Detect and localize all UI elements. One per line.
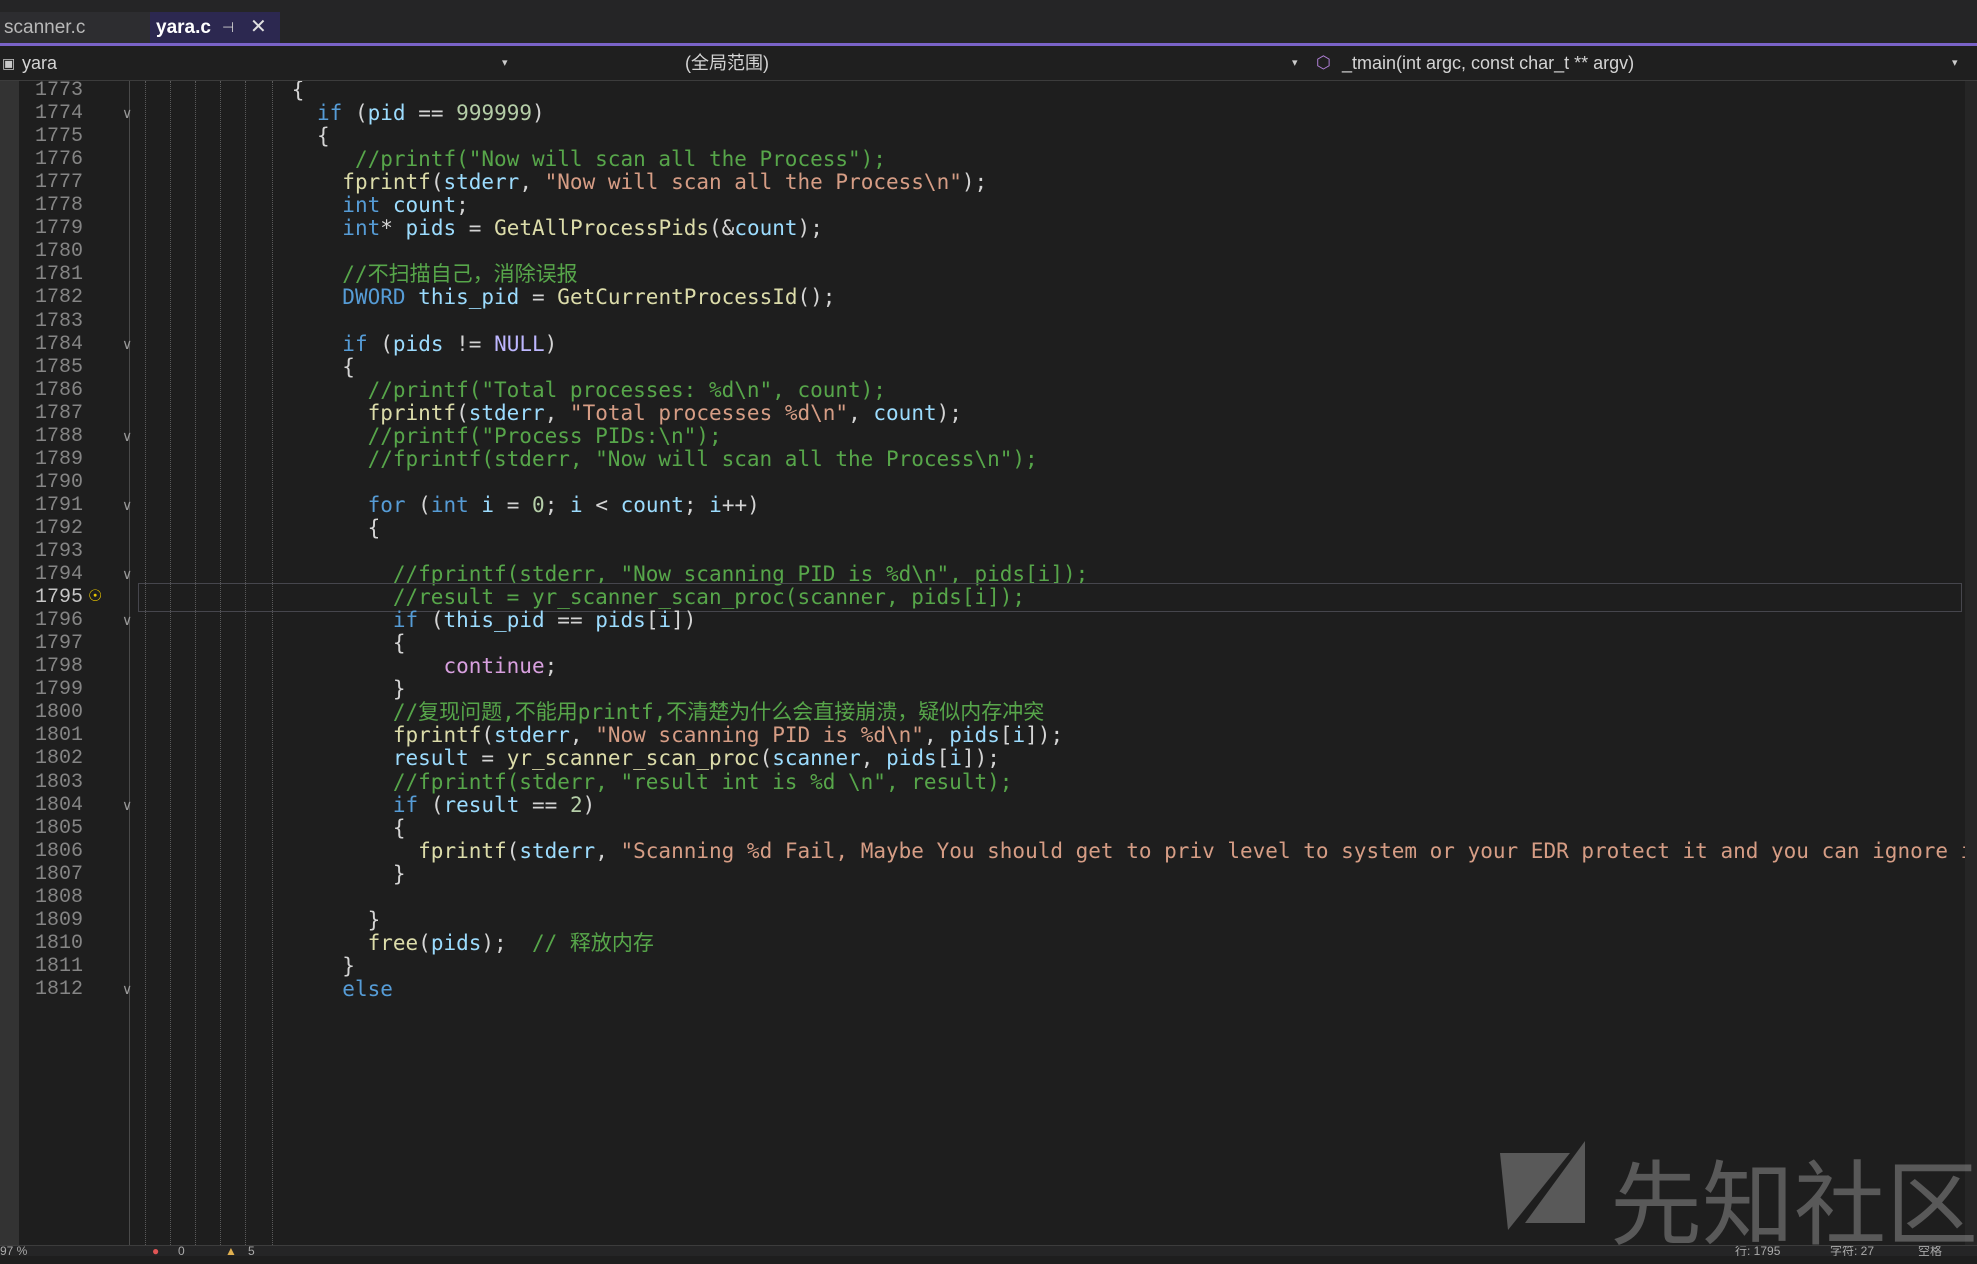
document-tab-bar: scanner.c yara.c ⊣ ✕ [0,0,1977,46]
chevron-down-icon: ▾ [502,57,508,69]
code-line[interactable]: 1812 ∨ else [0,975,1965,1004]
fold-toggle-icon[interactable]: ∨ [122,105,132,121]
fold-toggle-icon[interactable]: ∨ [122,981,132,997]
vertical-scrollbar[interactable] [1965,81,1977,1245]
scope-name: (全局范围) [685,53,769,73]
chevron-down-icon: ▾ [1292,57,1298,69]
chevron-down-icon: ▾ [1952,57,1958,69]
project-name: yara [22,53,58,73]
lightbulb-icon[interactable]: ☉ [88,586,102,606]
fold-toggle-icon[interactable]: ∨ [122,497,132,513]
line-number: 1812 [34,977,83,1001]
fold-toggle-icon[interactable]: ∨ [122,566,132,582]
fold-toggle-icon[interactable]: ∨ [122,612,132,628]
tab-label: yara.c [156,17,211,38]
tab-yara-c[interactable]: yara.c ⊣ ✕ [150,12,280,43]
code-text: else [342,976,393,1001]
cube-icon: ⬡ [1316,53,1331,72]
project-dropdown[interactable]: ▣ yara ▾ [0,46,650,80]
close-icon[interactable]: ✕ [250,12,267,43]
function-dropdown[interactable]: ⬡ _tmain(int argc, const char_t ** argv)… [1312,46,1977,80]
project-icon: ▣ [2,55,16,71]
code-editor[interactable]: 1773 {1774 ∨ if (pid == 999999) 1775 {1776… [0,81,1965,1245]
function-name: _tmain(int argc, const char_t ** argv) [1342,53,1635,73]
fold-toggle-icon[interactable]: ∨ [122,797,132,813]
fold-toggle-icon[interactable]: ∨ [122,428,132,444]
navigation-bar: ▣ yara ▾ (全局范围) ▾ ⬡ _tmain(int argc, con… [0,46,1977,81]
pin-icon[interactable]: ⊣ [222,12,234,43]
fold-toggle-icon[interactable]: ∨ [122,336,132,352]
tab-scanner-c[interactable]: scanner.c [0,12,152,43]
editor-status-bar: 97 % ● 0 ▲ 5 行: 1795 字符: 27 空格 [0,1245,1977,1256]
tab-label: scanner.c [4,17,86,38]
scope-dropdown[interactable]: (全局范围) ▾ [655,46,1305,80]
